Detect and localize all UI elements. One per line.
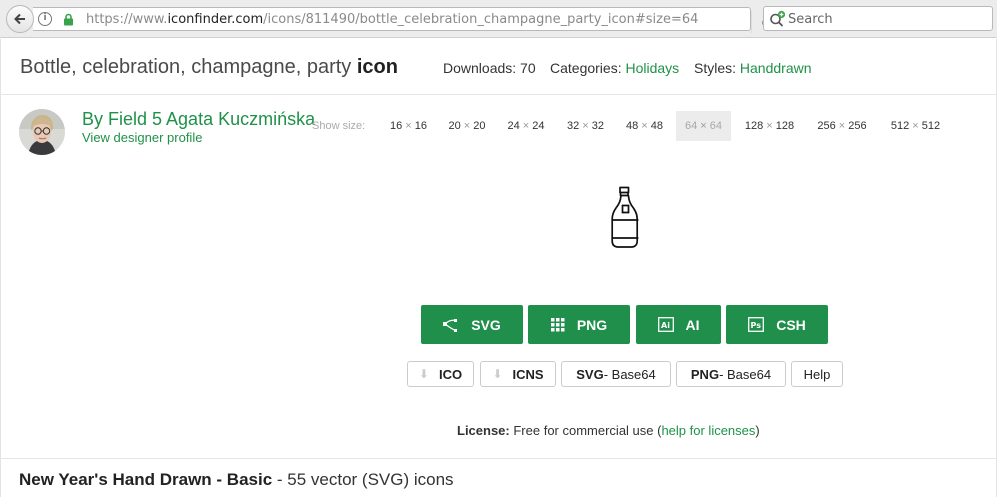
size-option-48[interactable]: 48 × 48 (616, 111, 673, 141)
arrow-left-icon (14, 13, 25, 25)
downloads-count: Downloads: 70 (443, 60, 536, 76)
png-base64-button[interactable]: PNG - Base64 (676, 361, 786, 387)
svg-text:Ai: Ai (661, 321, 670, 330)
page-title: Bottle, celebration, champagne, party ic… (20, 56, 398, 78)
download-csh-label: CSH (776, 316, 806, 333)
download-ai-label: AI (685, 316, 700, 333)
style-link-handdrawn[interactable]: Handdrawn (740, 60, 812, 76)
search-box[interactable] (763, 6, 993, 31)
avatar[interactable] (19, 109, 65, 155)
download-png-label: PNG (576, 316, 608, 333)
size-option-20[interactable]: 20 × 20 (439, 111, 495, 141)
icon-header: Bottle, celebration, champagne, party ic… (0, 39, 997, 95)
categories: Categories: Holidays (550, 60, 680, 76)
info-icon[interactable]: i (38, 12, 52, 26)
size-option-256[interactable]: 256 × 256 (807, 111, 877, 141)
back-button[interactable] (6, 5, 34, 33)
pixel-grid-icon (550, 317, 565, 332)
download-arrow-icon: ⬇ (418, 367, 429, 381)
category-link-holidays[interactable]: Holidays (625, 60, 679, 76)
download-png-button[interactable]: PNG (528, 305, 630, 344)
download-ico-button[interactable]: ⬇ ICO (407, 361, 474, 387)
help-button[interactable]: Help (791, 361, 843, 387)
divider (0, 458, 997, 459)
help-for-licenses-link[interactable]: help for licenses (661, 423, 755, 438)
svg-text:Ps: Ps (751, 321, 762, 330)
download-csh-button[interactable]: Ps CSH (726, 305, 828, 344)
download-svg-button[interactable]: SVG (421, 305, 523, 344)
illustrator-icon: Ai (657, 317, 674, 332)
iconset-link[interactable]: New Year's Hand Drawn - Basic (19, 470, 272, 489)
photoshop-icon: Ps (748, 317, 765, 332)
download-svg-label: SVG (471, 316, 501, 333)
search-input[interactable] (788, 10, 984, 28)
view-designer-profile-link[interactable]: View designer profile (82, 130, 202, 145)
size-option-16[interactable]: 16 × 16 (380, 111, 437, 141)
search-icon (769, 10, 786, 32)
svg-base64-button[interactable]: SVG - Base64 (561, 361, 671, 387)
size-option-64[interactable]: 64 × 64 (676, 111, 731, 141)
vector-nodes-icon (443, 317, 459, 333)
browser-toolbar: i https://www.iconfinder.com/icons/81149… (0, 0, 997, 38)
show-size-label: Show size: (312, 120, 366, 132)
size-option-512[interactable]: 512 × 512 (879, 111, 952, 141)
download-ai-button[interactable]: Ai AI (636, 305, 721, 344)
url-text[interactable]: https://www.iconfinder.com/icons/811490/… (86, 12, 698, 27)
iconset-title: New Year's Hand Drawn - Basic - 55 vecto… (19, 470, 454, 489)
download-icns-button[interactable]: ⬇ ICNS (480, 361, 556, 387)
bottle-icon (609, 186, 641, 250)
styles: Styles: Handdrawn (694, 60, 812, 76)
designer-name[interactable]: By Field 5 Agata Kuczmińska (82, 109, 315, 130)
download-arrow-icon: ⬇ (492, 367, 503, 381)
license-info: License: Free for commercial use (help f… (457, 423, 760, 438)
size-option-32[interactable]: 32 × 32 (557, 111, 614, 141)
size-option-128[interactable]: 128 × 128 (734, 111, 805, 141)
lock-icon[interactable] (63, 13, 74, 31)
size-option-24[interactable]: 24 × 24 (497, 111, 555, 141)
address-bar[interactable]: i https://www.iconfinder.com/icons/81149… (33, 7, 774, 33)
